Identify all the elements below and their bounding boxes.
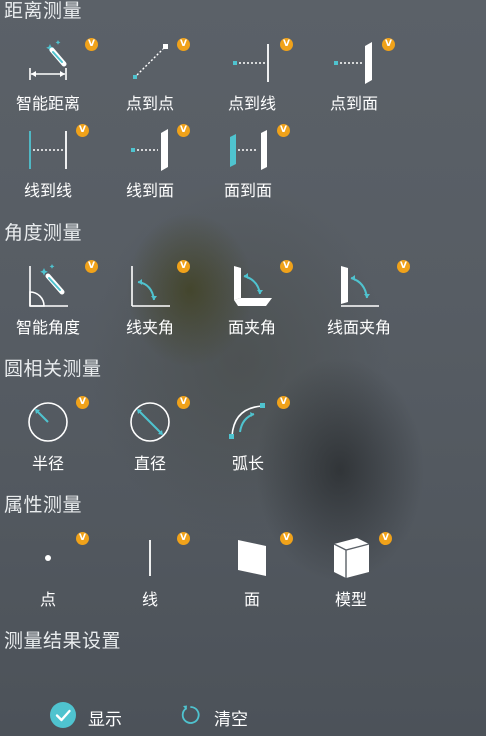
vip-badge: V [85,38,98,51]
face-angle-icon [228,262,276,310]
tool-point[interactable]: 点 [0,534,96,614]
tool-label: 线到面 [125,181,174,200]
vip-badge: V [177,124,190,137]
point-to-face-icon [330,38,378,86]
tool-face-to-face[interactable]: 面到面 [200,125,296,205]
vip-badge: V [382,38,395,51]
tool-label: 面夹角 [227,318,276,337]
line-to-face-icon [126,125,174,173]
vip-badge: V [76,396,89,409]
tool-line[interactable]: 线 [102,534,198,614]
show-label: 显示 [88,709,122,730]
tool-face-angle[interactable]: 面夹角 [204,262,300,342]
point-to-line-icon [228,38,276,86]
tool-arc-length[interactable]: 弧长 [200,398,296,478]
vip-badge: V [177,38,190,51]
tool-label: 智能距离 [15,94,80,113]
vip-badge: V [76,532,89,545]
vip-badge: V [280,260,293,273]
tool-label: 点到面 [329,94,378,113]
cube-icon [327,534,375,582]
tool-label: 面到面 [223,181,272,200]
tool-label: 智能角度 [15,318,80,337]
vip-badge: V [277,124,290,137]
vip-badge: V [397,260,410,273]
section-title-attribute: 属性测量 [4,494,83,516]
tool-line-angle[interactable]: 线夹角 [102,262,198,342]
tool-label: 直径 [133,454,166,473]
clear-button[interactable]: 清空 [180,704,248,730]
tool-line-to-face[interactable]: 线到面 [102,125,198,205]
section-title-distance: 距离测量 [4,0,83,22]
tool-label: 点 [39,590,56,609]
tool-smart-angle[interactable]: 智能角度 [0,262,96,342]
line-icon [126,534,174,582]
refresh-icon [180,704,202,730]
tool-smart-distance[interactable]: 智能距离 [0,38,96,118]
vip-badge: V [277,396,290,409]
tool-radius[interactable]: 半径 [0,398,96,478]
point-icon [24,534,72,582]
vip-badge: V [177,260,190,273]
point-to-point-icon [126,38,174,86]
tool-label: 弧长 [231,454,264,473]
tool-model[interactable]: 模型 [303,534,399,614]
vip-badge: V [280,38,293,51]
tool-label: 点到线 [227,94,276,113]
tool-line-face-angle[interactable]: 线面夹角 [311,262,407,342]
line-face-angle-icon [335,262,383,310]
vip-badge: V [177,532,190,545]
face-to-face-icon [224,125,272,173]
checkmark-icon [50,702,76,732]
line-angle-icon [126,262,174,310]
tool-label: 模型 [334,590,367,609]
tool-label: 面 [243,590,260,609]
clear-label: 清空 [214,709,248,730]
arc-length-icon [224,398,272,446]
vip-badge: V [85,260,98,273]
tool-label: 线面夹角 [326,318,391,337]
tool-label: 半径 [31,454,64,473]
diameter-icon [126,398,174,446]
section-title-angle: 角度测量 [4,222,83,244]
smart-distance-icon [24,38,72,86]
vip-badge: V [379,532,392,545]
section-title-result-settings: 测量结果设置 [4,630,122,652]
tool-label: 线 [141,590,158,609]
section-title-circle: 圆相关测量 [4,358,102,380]
tool-label: 点到点 [125,94,174,113]
vip-badge: V [280,532,293,545]
radius-icon [24,398,72,446]
show-toggle[interactable]: 显示 [50,702,122,732]
tool-label: 线到线 [23,181,72,200]
line-to-line-icon [24,125,72,173]
tool-diameter[interactable]: 直径 [102,398,198,478]
tool-line-to-line[interactable]: 线到线 [0,125,96,205]
vip-badge: V [177,396,190,409]
tool-label: 线夹角 [125,318,174,337]
vip-badge: V [76,124,89,137]
face-icon [228,534,276,582]
tool-face[interactable]: 面 [204,534,300,614]
smart-angle-icon [24,262,72,310]
